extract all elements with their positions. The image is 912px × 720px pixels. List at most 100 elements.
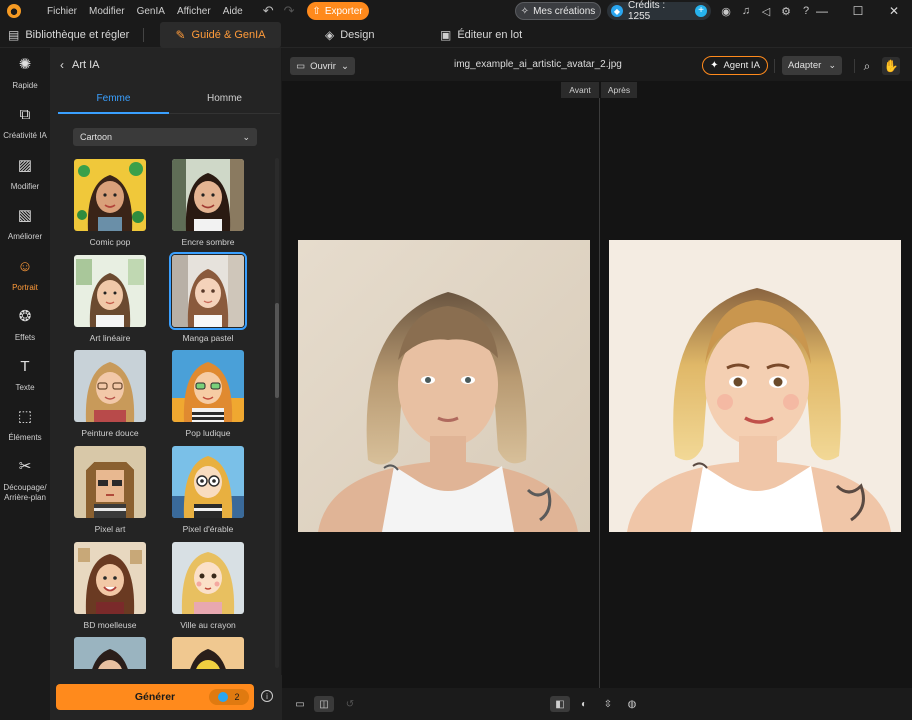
fit-zoom-select[interactable]: Adapter ⌄ xyxy=(782,56,842,75)
style-tile-ville-au-crayon[interactable]: Ville au crayon xyxy=(172,542,244,630)
menu-aide[interactable]: Aide xyxy=(217,6,249,17)
history-icon[interactable]: ↺ xyxy=(340,696,360,712)
single-view-icon[interactable]: ▭ xyxy=(290,696,310,712)
layers-icon: ◈ xyxy=(325,28,335,42)
scrollbar-thumb[interactable] xyxy=(275,303,279,398)
library-icon: ▤ xyxy=(8,28,20,42)
rail-texte[interactable]: T Texte xyxy=(0,358,50,393)
compare-divider[interactable] xyxy=(599,98,600,688)
style-tile-pixel-erable[interactable]: Pixel d'érable xyxy=(172,446,244,534)
rail-creativite-ia[interactable]: ⧉ Créativité IA xyxy=(0,107,50,141)
tab-guide-genia[interactable]: ✎ Guidé & GenIA xyxy=(160,22,281,48)
rail-modifier[interactable]: ▨ Modifier xyxy=(0,157,50,192)
enhance-icon: ▧ xyxy=(17,207,33,224)
credit-coin-icon xyxy=(218,692,229,702)
megaphone-icon[interactable]: ◁ xyxy=(758,3,774,19)
edit-image-icon: ▨ xyxy=(17,157,33,174)
style-thumbnail xyxy=(172,446,244,518)
rail-ameliorer[interactable]: ▧ Améliorer xyxy=(0,207,50,242)
rail-elements[interactable]: ⬚ Éléments xyxy=(0,409,50,443)
sparkle-icon: ✧ xyxy=(520,5,530,17)
chevron-down-icon: ⌄ xyxy=(242,131,250,142)
agent-sparkle-icon: ✦ xyxy=(710,60,719,71)
rail-effets[interactable]: ❂ Effets xyxy=(0,308,50,343)
zoom-search-icon[interactable]: ⌕ xyxy=(858,57,876,75)
style-thumbnail xyxy=(74,255,146,327)
add-credits-icon[interactable]: + xyxy=(695,5,708,17)
info-icon[interactable]: i xyxy=(261,690,273,702)
chevron-down-icon: ⌄ xyxy=(340,60,349,72)
menu-modifier[interactable]: Modifier xyxy=(83,6,131,17)
maximize-icon[interactable]: ☐ xyxy=(840,0,876,22)
left-rail: ✺ Rapide ⧉ Créativité IA ▨ Modifier ▧ Am… xyxy=(0,48,50,720)
rail-decoupage[interactable]: ✂ Découpage/ Arrière-plan xyxy=(0,458,50,503)
tab-library[interactable]: ▤ Bibliothèque et régler xyxy=(8,22,129,48)
my-creations-button[interactable]: ✧ Mes créations xyxy=(515,2,601,20)
style-tile-row6-b[interactable] xyxy=(172,637,244,669)
text-icon: T xyxy=(20,358,30,375)
quick-icon: ✺ xyxy=(18,56,32,73)
style-category-select[interactable]: Cartoon ⌄ xyxy=(73,128,257,146)
gender-tabs: Femme Homme xyxy=(58,84,280,114)
style-tile-art-lineaire[interactable]: Art linéaire xyxy=(74,255,146,343)
style-thumbnail xyxy=(74,446,146,518)
style-thumbnail xyxy=(74,542,146,614)
style-tile-encre-sombre[interactable]: Encre sombre xyxy=(172,159,244,247)
redo-icon[interactable]: ↷ xyxy=(284,3,295,19)
compare-half-icon[interactable]: ◐ xyxy=(574,696,594,712)
canvas-area: ▭ Ouvrir ⌄ img_example_ai_artistic_avata… xyxy=(282,48,912,720)
style-thumbnail xyxy=(172,159,244,231)
chevron-down-icon: ⌄ xyxy=(828,60,836,70)
notification-bell-icon[interactable]: ♫ xyxy=(738,3,754,19)
style-tile-row6-a[interactable] xyxy=(74,637,146,669)
effects-icon: ❂ xyxy=(18,308,32,325)
credits-label: Crédits : 1255 xyxy=(627,0,666,22)
style-tile-peinture-douce[interactable]: Peinture douce xyxy=(74,350,146,438)
title-bar: Fichier Modifier GenIA Afficher Aide ↶ ↷… xyxy=(0,0,912,22)
compare-overlay-icon[interactable]: ◍ xyxy=(622,696,642,712)
panel-scrollbar[interactable] xyxy=(275,158,279,668)
menu-afficher[interactable]: Afficher xyxy=(171,6,217,17)
tab-batch-editor[interactable]: ▣ Éditeur en lot xyxy=(440,22,522,48)
style-tile-comic-pop[interactable]: Comic pop xyxy=(74,159,146,247)
style-tile-manga-pastel[interactable]: Manga pastel xyxy=(169,252,247,343)
menu-bar: Fichier Modifier GenIA Afficher Aide xyxy=(41,6,249,17)
tab-femme[interactable]: Femme xyxy=(58,84,169,114)
account-icon[interactable]: ◉ xyxy=(718,3,734,19)
canvas-toolbar: ▭ Ouvrir ⌄ img_example_ai_artistic_avata… xyxy=(282,48,912,81)
cutout-icon: ✂ xyxy=(18,458,32,475)
minimize-icon[interactable]: — xyxy=(804,0,840,22)
close-icon[interactable]: ✕ xyxy=(876,0,912,22)
tab-homme[interactable]: Homme xyxy=(169,84,280,114)
export-button[interactable]: ⇧ Exporter xyxy=(306,2,369,20)
after-label: Après xyxy=(601,82,637,98)
style-thumbnail xyxy=(74,637,146,669)
settings-gear-icon[interactable]: ⚙ xyxy=(778,3,794,19)
style-tile-pop-ludique[interactable]: Pop ludique xyxy=(172,350,244,438)
style-tile-pixel-art[interactable]: Pixel art xyxy=(74,446,146,534)
generate-button[interactable]: Générer 2 xyxy=(56,684,254,710)
split-view-icon[interactable]: ◫ xyxy=(314,696,334,712)
compare-horizontal-icon[interactable]: ⇳ xyxy=(598,696,618,712)
menu-fichier[interactable]: Fichier xyxy=(41,6,83,17)
style-thumbnail xyxy=(74,350,146,422)
style-thumbnail xyxy=(169,252,247,330)
canvas-bottom-bar: ▭ ◫ ↺ ◧ ◐ ⇳ ◍ xyxy=(282,688,912,720)
before-label: Avant xyxy=(561,82,599,98)
style-thumbnail xyxy=(172,542,244,614)
upload-icon: ⇧ xyxy=(312,5,321,17)
agent-ia-button[interactable]: ✦ Agent IA xyxy=(702,56,768,75)
rail-rapide[interactable]: ✺ Rapide xyxy=(0,56,50,91)
compare-split-icon[interactable]: ◧ xyxy=(550,696,570,712)
undo-icon[interactable]: ↶ xyxy=(263,3,274,19)
style-tile-bd-moelleuse[interactable]: BD moelleuse xyxy=(74,542,146,630)
back-chevron-icon[interactable]: ‹ xyxy=(60,58,64,72)
menu-genia[interactable]: GenIA xyxy=(131,6,171,17)
tab-design[interactable]: ◈ Design xyxy=(325,22,374,48)
credits-badge[interactable]: ◆ Crédits : 1255 + xyxy=(607,0,711,22)
open-button[interactable]: ▭ Ouvrir ⌄ xyxy=(290,57,355,75)
style-grid: Comic pop Encre sombre Art linéaire Mang… xyxy=(50,156,282,669)
pan-hand-icon[interactable]: ✋ xyxy=(882,57,900,75)
rail-portrait[interactable]: ☺ Portrait xyxy=(0,258,50,293)
portrait-icon: ☺ xyxy=(17,258,33,275)
